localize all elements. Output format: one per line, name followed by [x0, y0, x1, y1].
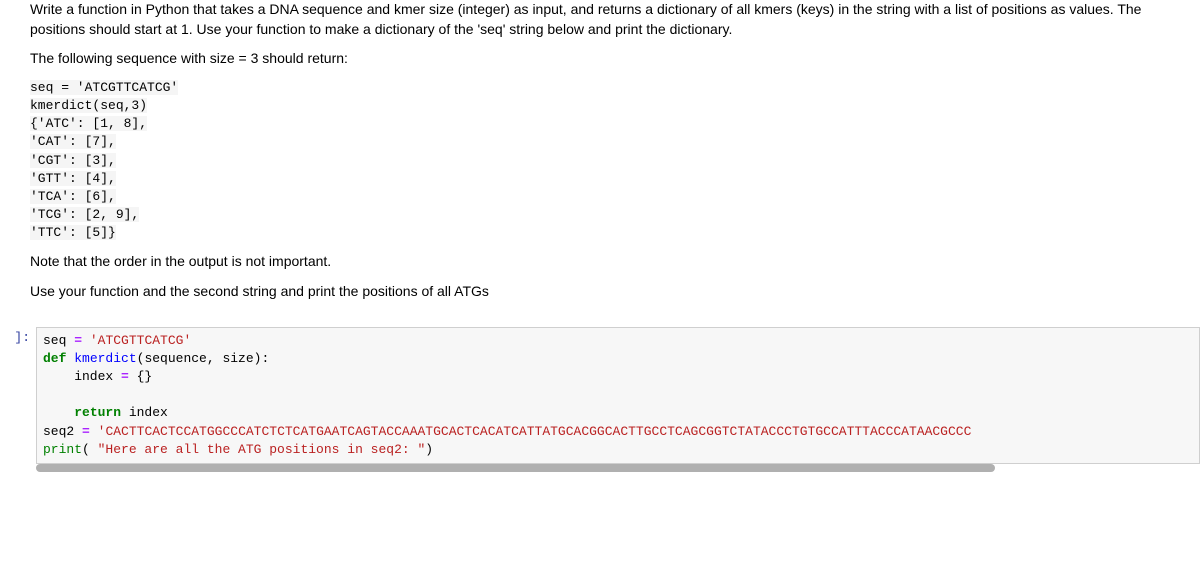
code-cell-input[interactable]: seq = 'ATCGTTCATCG' def kmerdict(sequenc…	[36, 327, 1200, 464]
example-line-8: 'TCG': [2, 9],	[30, 207, 139, 222]
instruction-paragraph-2: The following sequence with size = 3 sho…	[30, 49, 1200, 69]
horizontal-scrollbar-thumb[interactable]	[36, 464, 995, 472]
instruction-paragraph-1: Write a function in Python that takes a …	[30, 0, 1200, 39]
instruction-paragraph-3: Note that the order in the output is not…	[30, 252, 1200, 272]
horizontal-scrollbar-track[interactable]	[36, 464, 1164, 472]
input-prompt: ]:	[0, 327, 36, 345]
example-output-block: seq = 'ATCGTTCATCG' kmerdict(seq,3) {'AT…	[30, 79, 1200, 243]
example-line-7: 'TCA': [6],	[30, 189, 116, 204]
example-line-6: 'GTT': [4],	[30, 171, 116, 186]
instruction-paragraph-4: Use your function and the second string …	[30, 282, 1200, 302]
example-line-3: {'ATC': [1, 8],	[30, 116, 147, 131]
code-cell-row: ]: seq = 'ATCGTTCATCG' def kmerdict(sequ…	[0, 327, 1200, 464]
example-line-4: 'CAT': [7],	[30, 134, 116, 149]
example-line-1: seq = 'ATCGTTCATCG'	[30, 80, 178, 95]
example-line-9: 'TTC': [5]}	[30, 225, 116, 240]
example-line-2: kmerdict(seq,3)	[30, 98, 147, 113]
markdown-cell: Write a function in Python that takes a …	[0, 0, 1200, 327]
example-line-5: 'CGT': [3],	[30, 153, 116, 168]
